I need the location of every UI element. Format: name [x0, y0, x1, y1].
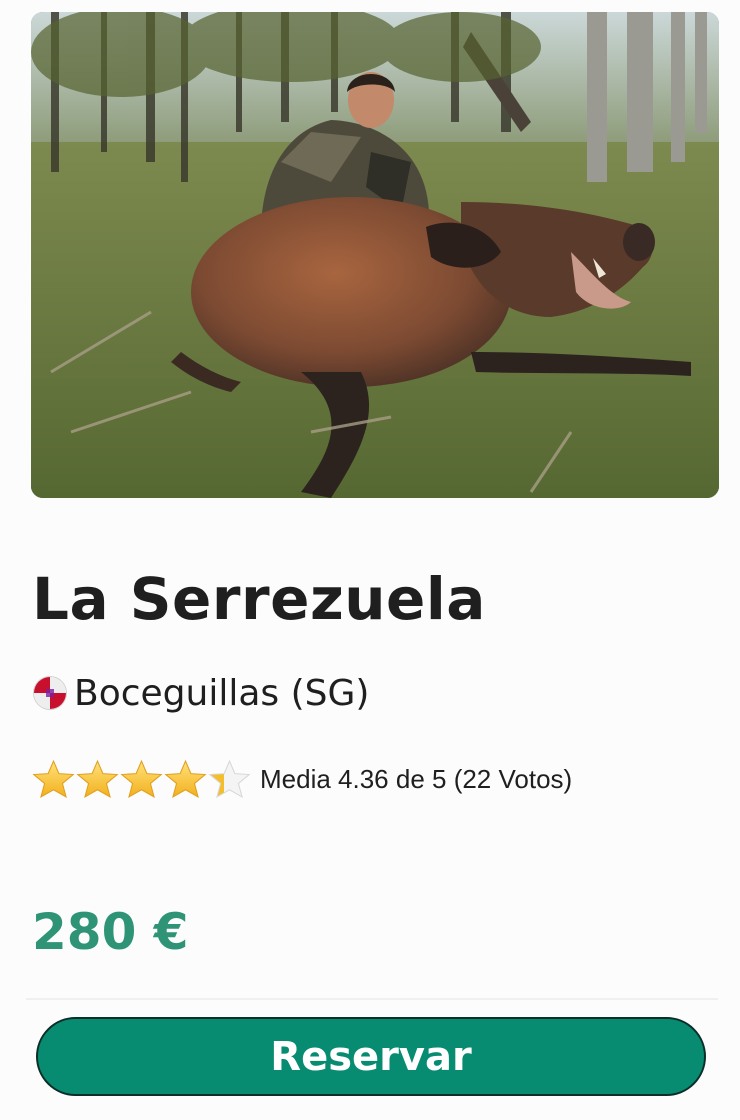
listing-title: La Serrezuela: [32, 565, 486, 633]
location-label: Boceguillas (SG): [74, 672, 370, 714]
star-full-icon: [76, 759, 119, 799]
reserve-button[interactable]: Reservar: [36, 1017, 706, 1096]
segovia-flag-icon: [34, 677, 66, 709]
rating-summary: Media 4.36 de 5 (22 Votos): [260, 763, 573, 794]
star-partial-icon: [208, 759, 251, 799]
hunting-photo-image: [31, 12, 719, 498]
star-full-icon: [120, 759, 163, 799]
rating-row: Media 4.36 de 5 (22 Votos): [32, 758, 572, 800]
price-label: 280 €: [32, 903, 189, 961]
listing-location: Boceguillas (SG): [34, 668, 369, 718]
listing-card: La Serrezuela Boceguillas (SG) Media 4.3…: [0, 0, 740, 1120]
listing-photo[interactable]: [31, 12, 719, 498]
divider: [26, 998, 718, 1000]
star-full-icon: [164, 759, 207, 799]
star-rating: [32, 759, 252, 799]
star-full-icon: [32, 759, 75, 799]
